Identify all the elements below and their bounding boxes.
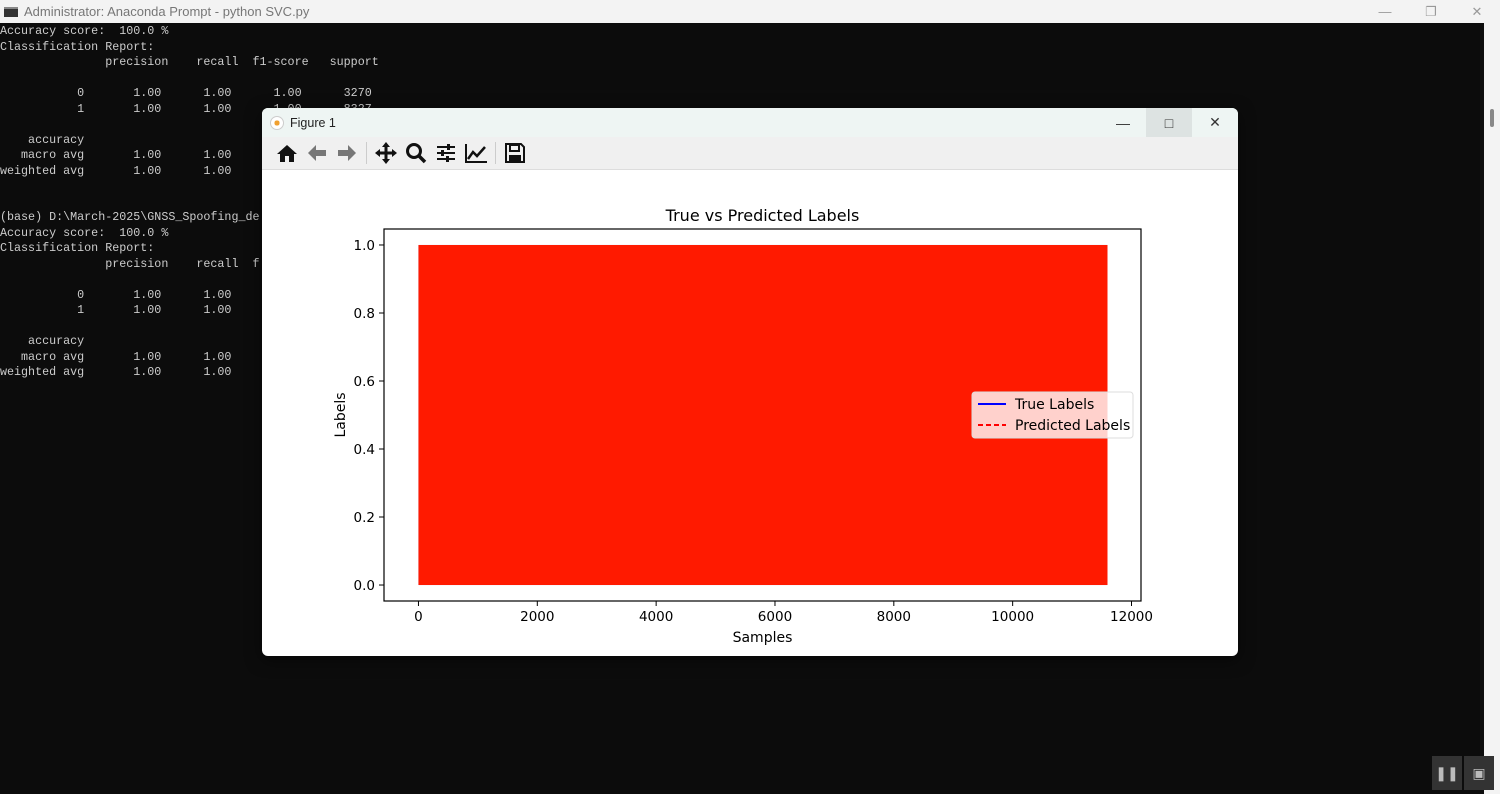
console-line: 0 1.00 1.00 1.00 3270 [0,86,372,100]
y-tick-label: 0.2 [354,510,375,526]
legend-label: True Labels [1014,397,1094,413]
restore-button[interactable]: ❐ [1408,0,1454,23]
toolbar-separator [366,142,367,164]
figure-title: Figure 1 [290,115,336,130]
forward-arrow-icon[interactable] [334,140,360,166]
video-controls: ❚❚ ▣ [1432,756,1494,790]
scrollbar-thumb[interactable] [1490,109,1494,127]
y-tick-label: 1.0 [354,238,375,254]
picture-in-picture-icon[interactable]: ▣ [1464,756,1494,790]
console-scrollbar[interactable] [1484,23,1500,794]
home-icon[interactable] [274,140,300,166]
console-line: Classification Report: [0,39,155,54]
terminal-icon [4,6,18,17]
x-tick-label: 0 [414,609,423,625]
save-floppy-icon[interactable] [502,140,528,166]
pause-icon[interactable]: ❚❚ [1432,756,1462,790]
chart: 0 2000 4000 6000 8000 10000 12000 0.0 0.2 0.4 0.6 0… [333,206,1153,646]
console-line: Accuracy score: 100.0 % [0,24,169,38]
toolbar-separator [495,142,496,164]
y-tick-label: 0.8 [354,306,375,322]
figure-maximize-button[interactable]: □ [1146,108,1192,137]
console-title: Administrator: Anaconda Prompt - python … [24,4,310,19]
back-arrow-icon[interactable] [304,140,330,166]
x-axis-label: Samples [733,630,793,646]
y-tick-label: 0.4 [354,442,375,458]
figure-window: Figure 1 — □ ✕ 0 2000 4000 6000 8000 10000 120… [262,108,1238,656]
minimize-button[interactable]: — [1362,0,1408,23]
matplotlib-logo-icon [270,115,284,130]
chart-title: True vs Predicted Labels [665,206,860,225]
configure-subplots-icon[interactable] [433,140,459,166]
y-axis-label: Labels [333,392,349,437]
figure-close-button[interactable]: ✕ [1192,108,1238,137]
figure-minimize-button[interactable]: — [1100,108,1146,137]
close-button[interactable]: ✕ [1454,0,1500,23]
zoom-magnifier-icon[interactable] [403,140,429,166]
figure-title-bar: Figure 1 — □ ✕ [262,108,1238,137]
y-tick-label: 0.0 [354,578,375,594]
x-tick-label: 4000 [639,609,673,625]
edit-axis-icon[interactable] [463,140,489,166]
x-tick-label: 12000 [1110,609,1153,625]
legend-label: Predicted Labels [1015,418,1130,434]
console-line: precision recall f1-score support [0,55,379,69]
x-tick-label: 10000 [991,609,1034,625]
figure-toolbar [262,137,1238,170]
plot-canvas[interactable]: 0 2000 4000 6000 8000 10000 12000 0.0 0.2 0.4 0.6 0… [262,170,1238,656]
x-tick-label: 2000 [520,609,554,625]
pan-move-icon[interactable] [373,140,399,166]
x-tick-label: 6000 [758,609,792,625]
x-tick-label: 8000 [877,609,911,625]
y-tick-label: 0.6 [354,374,375,390]
console-title-bar: Administrator: Anaconda Prompt - python … [0,0,1500,23]
